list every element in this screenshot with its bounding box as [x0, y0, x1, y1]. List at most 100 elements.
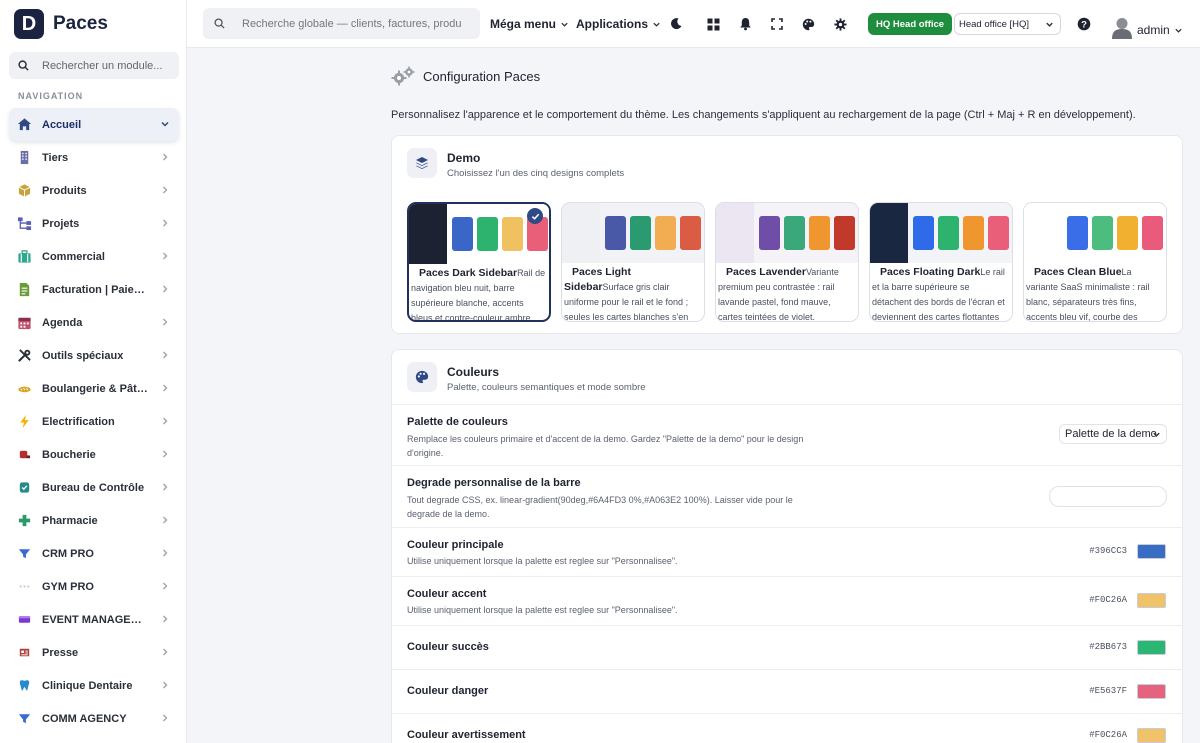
color-row: Couleur principale Utilise uniquement lor… — [392, 527, 1182, 576]
design-card[interactable]: Paces Clean BlueLa variante SaaS minimal… — [1023, 202, 1167, 322]
color-hex: #F0C26A — [1089, 730, 1127, 740]
chevron-right-icon — [163, 582, 168, 590]
brand-name: Paces — [53, 13, 108, 34]
applications-button[interactable]: Applications — [576, 17, 661, 31]
grid-icon[interactable] — [705, 16, 721, 32]
color-picker[interactable] — [1137, 728, 1166, 743]
user-menu[interactable]: admin — [1137, 23, 1183, 37]
color-swatch — [1142, 216, 1163, 250]
sidebar-item-label: Pharmacie — [42, 514, 98, 527]
mega-menu-label: Méga menu — [490, 17, 557, 31]
color-picker[interactable] — [1137, 593, 1166, 608]
color-label: Couleur accent — [407, 588, 487, 600]
chevron-right-icon — [163, 417, 168, 425]
design-card[interactable]: Paces Floating DarkLe rail et la barre s… — [869, 202, 1013, 322]
color-row: Couleur danger #E5637F — [392, 669, 1182, 713]
color-picker[interactable] — [1137, 684, 1166, 699]
sitemap-icon — [16, 216, 32, 232]
sidebar-item-clinique-dentaire[interactable]: Clinique Dentaire — [9, 669, 179, 702]
chevron-right-icon — [163, 219, 168, 227]
sidebar-item-boulangerie-p-tisserie[interactable]: Boulangerie & Pâtisserie — [9, 372, 179, 405]
gear-icon[interactable] — [832, 16, 848, 32]
moon-icon[interactable] — [668, 16, 684, 32]
color-hex: #2BB673 — [1089, 642, 1127, 652]
sidebar-item-event-management[interactable]: EVENT MANAGEMENT — [9, 603, 179, 636]
color-rows: Couleur principale Utilise uniquement lor… — [392, 527, 1182, 743]
user-name: admin — [1137, 23, 1170, 37]
color-swatch — [1067, 216, 1088, 250]
color-swatch — [477, 217, 498, 251]
color-picker[interactable] — [1137, 544, 1166, 559]
design-list: Paces Dark SidebarRail de navigation ble… — [407, 202, 1167, 322]
chevron-right-icon — [163, 681, 168, 689]
design-preview — [1024, 203, 1166, 263]
color-swatch — [630, 216, 651, 250]
color-desc: Utilise uniquement lorsque la palette es… — [407, 605, 678, 615]
design-name: Paces Clean Blue — [1034, 266, 1122, 278]
sidebar-item-pharmacie[interactable]: Pharmacie — [9, 504, 179, 537]
sidebar-item-outils-sp-ciaux[interactable]: Outils spéciaux — [9, 339, 179, 372]
help-icon[interactable]: ? — [1076, 16, 1092, 32]
chevron-right-icon — [163, 483, 168, 491]
gears-icon — [391, 66, 415, 86]
color-picker[interactable] — [1137, 640, 1166, 655]
color-swatch — [452, 217, 473, 251]
sidebar-item-projets[interactable]: Projets — [9, 207, 179, 240]
colors-title: Couleurs — [447, 365, 500, 379]
sidebar-item-boucherie[interactable]: Boucherie — [9, 438, 179, 471]
sidebar-item-accueil[interactable]: Accueil — [9, 108, 179, 141]
design-text: Paces Light SidebarSurface gris clair un… — [562, 263, 704, 321]
svg-text:?: ? — [1081, 20, 1087, 31]
color-hex: #396CC3 — [1089, 546, 1127, 556]
sidebar-item-commercial[interactable]: Commercial — [9, 240, 179, 273]
brand[interactable]: D Paces — [14, 9, 108, 39]
chevron-right-icon — [163, 186, 168, 194]
sidebar-item-gym-pro[interactable]: GYM PRO — [9, 570, 179, 603]
palette-select-value: Palette de la demo — [1065, 428, 1157, 440]
sidebar-item-electrification[interactable]: Electrification — [9, 405, 179, 438]
color-label: Couleur danger — [407, 685, 489, 697]
palette-select[interactable]: Palette de la demo — [1059, 424, 1167, 444]
sidebar-item-produits[interactable]: Produits — [9, 174, 179, 207]
sidebar-item-facturation-paiement[interactable]: Facturation | Paiement — [9, 273, 179, 306]
avatar[interactable] — [1112, 17, 1132, 39]
module-search-input[interactable] — [42, 59, 162, 72]
tools-icon — [16, 348, 32, 364]
entity-badge[interactable]: HQ Head office — [868, 13, 953, 35]
chevron-right-icon — [163, 252, 168, 260]
color-swatch — [963, 216, 984, 250]
sidebar-item-agenda[interactable]: Agenda — [9, 306, 179, 339]
palette-icon[interactable] — [800, 16, 816, 32]
sidebar-item-comm-agency[interactable]: COMM AGENCY — [9, 702, 179, 735]
chevron-down-icon — [161, 121, 169, 127]
chevron-right-icon — [163, 153, 168, 161]
sidebar-item-label: Presse — [42, 646, 79, 659]
sidebar-item-crm-pro[interactable]: CRM PRO — [9, 537, 179, 570]
page-title: Configuration Paces — [423, 68, 541, 84]
global-search-input[interactable] — [242, 17, 462, 30]
design-card[interactable]: Paces Light SidebarSurface gris clair un… — [561, 202, 705, 322]
mega-menu-button[interactable]: Méga menu — [490, 17, 569, 31]
entity-select[interactable]: Head office [HQ] — [954, 13, 1061, 35]
demo-title: Demo — [447, 151, 481, 165]
gradient-input[interactable] — [1049, 486, 1167, 507]
fullscreen-icon[interactable] — [769, 16, 785, 32]
sidebar-item-bureau-de-contr-le[interactable]: Bureau de Contrôle — [9, 471, 179, 504]
sidebar-item-presse[interactable]: Presse — [9, 636, 179, 669]
design-card[interactable]: Paces LavenderVariante premium peu contr… — [715, 202, 859, 322]
design-preview — [716, 203, 858, 263]
sidebar-item-label: Projets — [42, 217, 80, 230]
design-card[interactable]: Paces Dark SidebarRail de navigation ble… — [407, 202, 551, 322]
home-icon — [16, 117, 32, 133]
demo-card-header: Demo Choisissez l'un des cinq designs co… — [407, 148, 624, 179]
sidebar-item-tiers[interactable]: Tiers — [9, 141, 179, 174]
meat-icon — [16, 447, 32, 463]
sidebar-item-label: Facturation | Paiement — [42, 283, 150, 296]
layers-icon — [407, 148, 437, 178]
chevron-right-icon — [163, 516, 168, 524]
sidebar-item-label: Boulangerie & Pâtisserie — [42, 382, 150, 395]
chevron-down-icon — [1175, 28, 1182, 33]
gradient-label: Degrade personnalise de la barre — [407, 477, 581, 489]
bell-icon[interactable] — [737, 16, 753, 32]
plus-cross-icon — [16, 513, 32, 529]
